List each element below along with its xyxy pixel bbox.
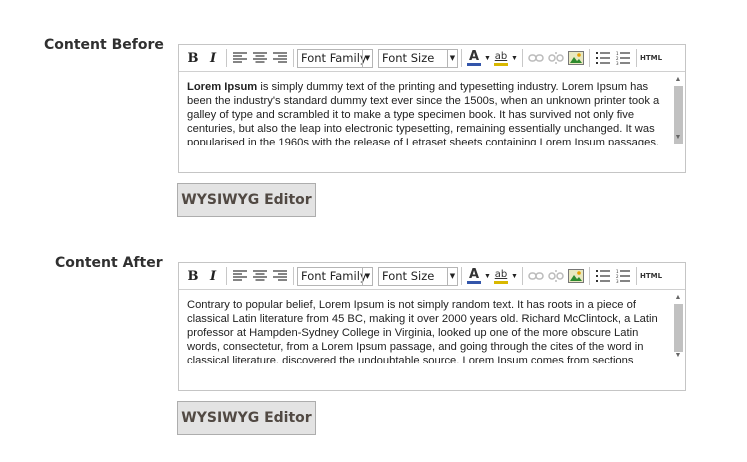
numbered-list-icon[interactable]: 123: [613, 266, 633, 286]
scroll-up-arrow-icon[interactable]: ▲: [672, 74, 684, 84]
font-family-value: Font Family: [301, 269, 367, 283]
highlight-glyph: ab: [494, 50, 508, 62]
editor-toolbar: B I Font Family ▼ Font Size ▼ A ▼ ab ▼ 1…: [179, 45, 685, 72]
toolbar-separator: [589, 49, 590, 67]
toolbar-separator: [636, 267, 637, 285]
toolbar-separator: [636, 49, 637, 67]
unlink-icon[interactable]: [546, 48, 566, 68]
content-bold-phrase: Lorem Ipsum: [187, 81, 258, 93]
align-left-icon[interactable]: [230, 266, 250, 286]
vertical-scrollbar[interactable]: ▲ ▼: [672, 74, 684, 144]
bullet-list-icon[interactable]: [593, 48, 613, 68]
chevron-down-icon: ▼: [447, 49, 457, 67]
content-before-text: Lorem Ipsum is simply dummy text of the …: [187, 80, 665, 145]
link-icon[interactable]: [526, 48, 546, 68]
font-family-select[interactable]: Font Family ▼: [297, 266, 373, 286]
toolbar-separator: [226, 49, 227, 67]
wysiwyg-editor-button[interactable]: WYSIWYG Editor: [177, 401, 316, 435]
toolbar-separator: [589, 267, 590, 285]
text-color-glyph: A: [468, 49, 480, 64]
chevron-down-icon: ▼: [362, 49, 372, 67]
font-size-select[interactable]: Font Size ▼: [378, 266, 458, 286]
link-icon[interactable]: [526, 266, 546, 286]
font-size-value: Font Size: [382, 51, 435, 65]
toolbar-separator: [461, 49, 462, 67]
content-before-text-area[interactable]: Lorem Ipsum is simply dummy text of the …: [179, 72, 685, 145]
align-right-icon[interactable]: [270, 266, 290, 286]
bold-button[interactable]: B: [183, 48, 203, 68]
content-body: is simply dummy text of the printing and…: [187, 81, 660, 145]
wysiwyg-editor-button[interactable]: WYSIWYG Editor: [177, 183, 316, 217]
toolbar-separator: [293, 267, 294, 285]
svg-text:3: 3: [616, 279, 619, 283]
html-source-button[interactable]: HTML: [640, 266, 662, 286]
scroll-down-arrow-icon[interactable]: ▼: [672, 350, 684, 360]
content-before-label: Content Before: [44, 37, 164, 53]
font-size-value: Font Size: [382, 269, 435, 283]
svg-text:3: 3: [616, 61, 619, 65]
chevron-down-icon[interactable]: ▼: [483, 273, 492, 280]
text-color-icon[interactable]: A: [465, 48, 483, 68]
chevron-down-icon: ▼: [362, 267, 372, 285]
font-family-value: Font Family: [301, 51, 367, 65]
highlight-color-icon[interactable]: ab: [492, 48, 510, 68]
highlight-bar: [494, 62, 508, 66]
content-after-label: Content After: [55, 255, 163, 271]
align-center-icon[interactable]: [250, 48, 270, 68]
vertical-scrollbar[interactable]: ▲ ▼: [672, 292, 684, 360]
text-color-bar: [467, 281, 481, 284]
bold-button[interactable]: B: [183, 266, 203, 286]
html-source-button[interactable]: HTML: [640, 48, 662, 68]
chevron-down-icon[interactable]: ▼: [510, 273, 519, 280]
text-color-glyph: A: [468, 267, 480, 282]
text-color-icon[interactable]: A: [465, 266, 483, 286]
content-body: Contrary to popular belief, Lorem Ipsum …: [187, 299, 658, 363]
text-color-bar: [467, 63, 481, 66]
unlink-icon[interactable]: [546, 266, 566, 286]
font-size-select[interactable]: Font Size ▼: [378, 48, 458, 68]
toolbar-separator: [293, 49, 294, 67]
insert-image-icon[interactable]: [566, 48, 586, 68]
editor-toolbar: B I Font Family ▼ Font Size ▼ A ▼ ab ▼ 1…: [179, 263, 685, 290]
content-after-text: Contrary to popular belief, Lorem Ipsum …: [187, 298, 665, 363]
italic-button[interactable]: I: [203, 266, 223, 286]
toolbar-separator: [461, 267, 462, 285]
chevron-down-icon[interactable]: ▼: [483, 55, 492, 62]
align-left-icon[interactable]: [230, 48, 250, 68]
insert-image-icon[interactable]: [566, 266, 586, 286]
chevron-down-icon: ▼: [447, 267, 457, 285]
content-after-editor[interactable]: B I Font Family ▼ Font Size ▼ A ▼ ab ▼ 1…: [178, 262, 686, 391]
scroll-up-arrow-icon[interactable]: ▲: [672, 292, 684, 302]
content-after-text-area[interactable]: Contrary to popular belief, Lorem Ipsum …: [179, 290, 685, 363]
content-before-editor[interactable]: B I Font Family ▼ Font Size ▼ A ▼ ab ▼ 1…: [178, 44, 686, 173]
chevron-down-icon[interactable]: ▼: [510, 55, 519, 62]
scroll-thumb[interactable]: [674, 304, 683, 352]
toolbar-separator: [522, 267, 523, 285]
align-center-icon[interactable]: [250, 266, 270, 286]
highlight-bar: [494, 280, 508, 284]
italic-button[interactable]: I: [203, 48, 223, 68]
numbered-list-icon[interactable]: 123: [613, 48, 633, 68]
highlight-color-icon[interactable]: ab: [492, 266, 510, 286]
scroll-down-arrow-icon[interactable]: ▼: [672, 132, 684, 142]
font-family-select[interactable]: Font Family ▼: [297, 48, 373, 68]
bullet-list-icon[interactable]: [593, 266, 613, 286]
toolbar-separator: [522, 49, 523, 67]
toolbar-separator: [226, 267, 227, 285]
align-right-icon[interactable]: [270, 48, 290, 68]
highlight-glyph: ab: [494, 268, 508, 280]
